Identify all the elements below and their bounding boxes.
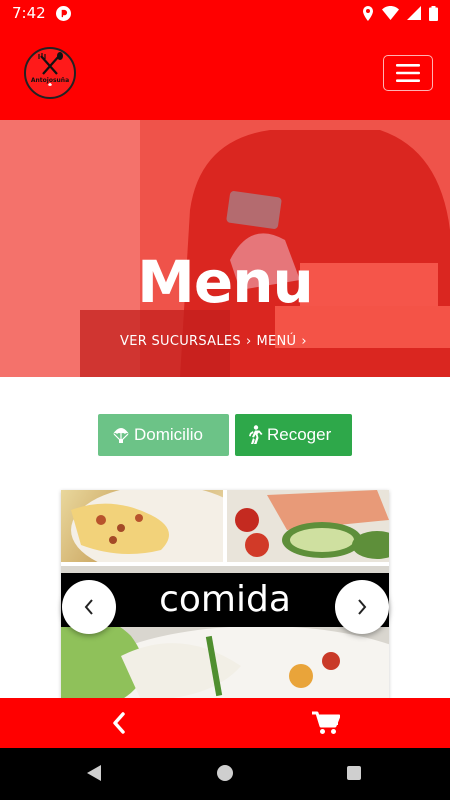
cutlery-logo-icon [38, 52, 63, 86]
breadcrumb-separator-icon: › [301, 334, 307, 349]
breadcrumb-item-menu[interactable]: MENÚ [256, 334, 296, 349]
hero-banner: Menu VER SUCURSALES › MENÚ › [0, 120, 450, 377]
app-header: Antojosuña [0, 26, 450, 120]
battery-icon [429, 5, 438, 21]
order-type-selector: Domicilio Recoger [0, 414, 450, 456]
system-navigation-bar [0, 748, 450, 800]
pickup-label: Recoger [267, 425, 332, 444]
system-back-icon[interactable] [85, 764, 103, 782]
status-icons [362, 5, 438, 21]
parachute-icon [113, 428, 129, 443]
brand-logo[interactable]: Antojosuña [24, 47, 76, 99]
breadcrumb-separator-icon: › [245, 334, 252, 349]
eggs-plate-image [71, 490, 251, 575]
chevron-left-icon [84, 599, 93, 615]
page-title: Menu [137, 248, 314, 316]
food-image-eggs [61, 490, 251, 575]
chevron-right-icon [358, 599, 367, 615]
notification-app-icon [55, 5, 71, 21]
status-bar: 7:42 [0, 0, 450, 26]
cart-button[interactable] [311, 708, 341, 738]
menu-toggle-button[interactable] [383, 55, 433, 91]
carousel-next-button[interactable] [335, 580, 389, 634]
chevron-left-icon [113, 712, 125, 734]
delivery-button[interactable]: Domicilio [98, 414, 229, 456]
cart-icon [312, 711, 340, 734]
logo-text: Antojosuña [30, 77, 70, 84]
food-image-salmon [227, 490, 389, 562]
pickup-button[interactable]: Recoger [235, 414, 352, 456]
system-recents-icon[interactable] [347, 766, 361, 780]
breadcrumb-item-sucursales[interactable]: VER SUCURSALES [120, 334, 241, 349]
wifi-icon [382, 6, 399, 20]
location-icon [363, 5, 373, 21]
walking-icon [249, 425, 263, 444]
status-time: 7:42 [12, 4, 46, 22]
carousel-prev-button[interactable] [62, 580, 116, 634]
salmon-plate-image [227, 490, 389, 562]
signal-icon [407, 6, 421, 20]
breadcrumb: VER SUCURSALES › MENÚ › [120, 334, 307, 349]
back-button[interactable] [104, 708, 134, 738]
bottom-action-bar [0, 698, 450, 748]
delivery-label: Domicilio [134, 425, 203, 444]
hamburger-icon [396, 64, 420, 82]
system-home-icon[interactable] [217, 765, 233, 781]
